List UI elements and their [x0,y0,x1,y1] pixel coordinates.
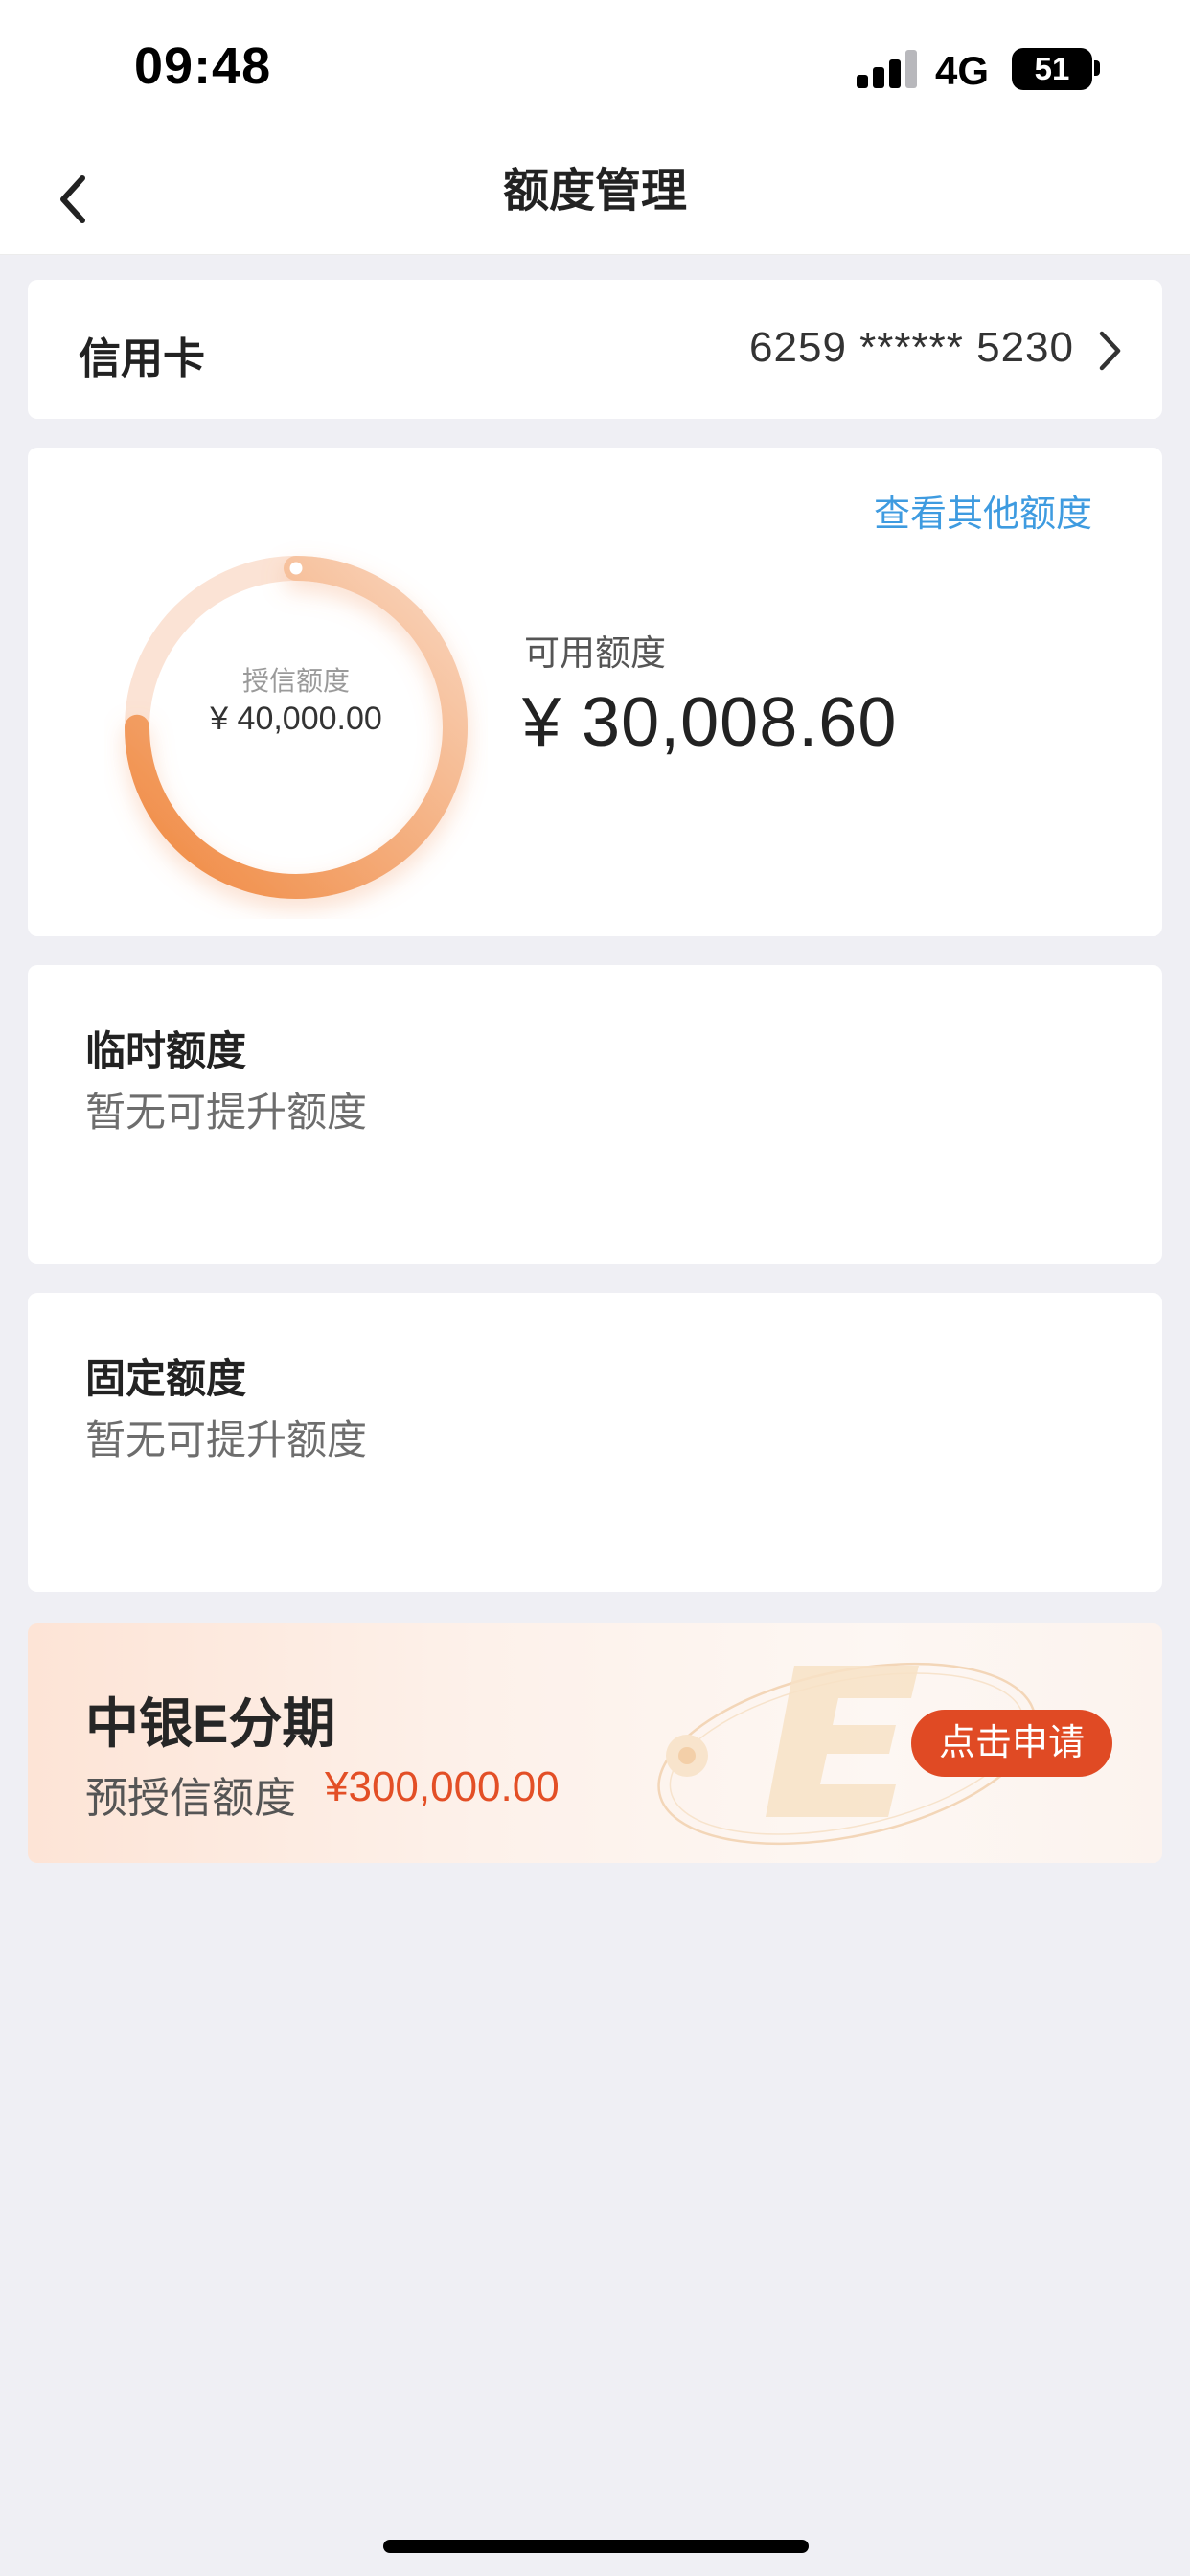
available-limit-label: 可用额度 [524,633,666,673]
chevron-left-icon [60,175,85,223]
page-title: 额度管理 [502,166,687,217]
credit-card-label: 信用卡 [79,335,205,382]
temporary-limit-title: 临时额度 [85,1028,247,1073]
home-indicator [383,2540,809,2553]
credit-card-row[interactable]: 信用卡 6259 ****** 5230 [28,280,1162,419]
battery-tip [1094,60,1100,76]
back-button[interactable] [44,161,102,238]
credit-limit-label: 授信额度 [241,666,350,696]
status-bar: 09:48 4G 51 [0,0,1190,140]
fixed-limit-status: 暂无可提升额度 [85,1417,368,1462]
installment-promo-banner[interactable]: 中银E分期 预授信额度 ¥300,000.00 点击申请 [28,1623,1162,1863]
ring-marker-dot [289,562,303,575]
status-time: 09:48 [134,37,272,95]
limit-card: 查看其他额度 授信额度 ¥ 40,000.00 可用额度 ¥ 30,008.60 [28,448,1162,936]
pre-approved-limit-amount: ¥300,000.00 [325,1763,560,1810]
nav-bar: 额度管理 [0,140,1190,255]
temporary-limit-status: 暂无可提升额度 [85,1090,368,1135]
available-limit-amount: ¥ 30,008.60 [522,684,898,761]
pre-approved-limit-label: 预授信额度 [85,1775,296,1822]
battery-icon: 51 [1012,48,1092,90]
credit-limit-amount: ¥ 40,000.00 [210,701,382,737]
chevron-right-icon [1099,331,1121,371]
view-other-limits-link[interactable]: 查看其他额度 [874,484,1092,537]
network-type: 4G [935,48,990,93]
page: 09:48 4G 51 额度管理 信用卡 6259 ****** 5230 查看… [0,0,1190,2576]
promo-title: 中银E分期 [85,1693,336,1754]
fixed-limit-title: 固定额度 [85,1356,247,1401]
card-number: 6259 ****** 5230 [749,324,1074,371]
apply-button[interactable]: 点击申请 [911,1710,1112,1777]
signal-icon [857,50,918,88]
fixed-limit-card[interactable]: 固定额度 暂无可提升额度 [28,1293,1162,1592]
temporary-limit-card[interactable]: 临时额度 暂无可提升额度 [28,965,1162,1264]
